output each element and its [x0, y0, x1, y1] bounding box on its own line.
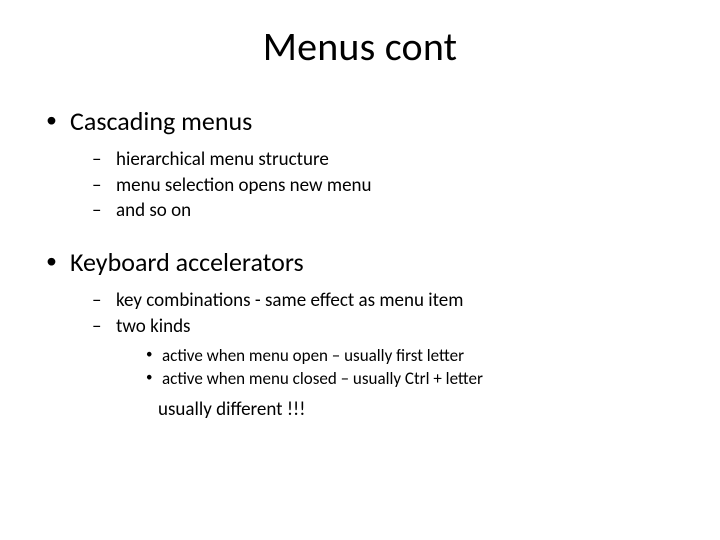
list-item-label: Keyboard accelerators [70, 246, 304, 278]
bullet-list-level2: hierarchical menu structure menu selecti… [70, 147, 680, 224]
list-item-label: Cascading menus [70, 105, 252, 137]
list-item: key combinations - same effect as menu i… [86, 288, 680, 314]
list-item: hierarchical menu structure [86, 147, 680, 173]
bullet-list-level3: active when menu open – usually first le… [116, 345, 680, 391]
list-item: and so on [86, 198, 680, 224]
bullet-list-level1: Cascading menus hierarchical menu struct… [44, 105, 680, 423]
list-item-label: menu selection opens new menu [116, 174, 372, 197]
list-item: active when menu closed – usually Ctrl +… [142, 368, 680, 391]
list-item-label: two kinds [116, 315, 190, 338]
list-item-label: hierarchical menu structure [116, 148, 329, 171]
list-item: Keyboard accelerators key combinations -… [44, 246, 680, 423]
list-item-label: active when menu open – usually first le… [162, 345, 464, 366]
slide-body: Cascading menus hierarchical menu struct… [44, 105, 680, 423]
list-item: menu selection opens new menu [86, 173, 680, 199]
list-item: active when menu open – usually first le… [142, 345, 680, 368]
bullet-list-level2: key combinations - same effect as menu i… [70, 288, 680, 423]
list-item: Cascading menus hierarchical menu struct… [44, 105, 680, 224]
list-item-label: key combinations - same effect as menu i… [116, 289, 463, 312]
list-item: two kinds active when menu open – usuall… [86, 314, 680, 423]
note-text: usually different !!! [158, 397, 680, 423]
list-item-label: active when menu closed – usually Ctrl +… [162, 368, 483, 389]
list-item-label: and so on [116, 199, 191, 222]
slide: Menus cont Cascading menus hierarchical … [0, 22, 720, 540]
slide-title: Menus cont [0, 22, 720, 71]
